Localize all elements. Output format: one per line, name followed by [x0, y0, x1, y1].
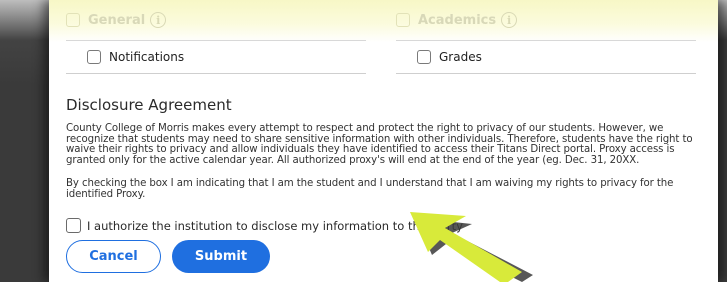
- permission-item-notifications[interactable]: Notifications: [66, 41, 366, 74]
- info-icon[interactable]: i: [150, 12, 167, 28]
- disclosure-title: Disclosure Agreement: [66, 96, 232, 114]
- grades-checkbox[interactable]: [417, 50, 431, 64]
- permission-item-label: Grades: [439, 50, 482, 64]
- cancel-button[interactable]: Cancel: [66, 240, 161, 273]
- notifications-checkbox[interactable]: [87, 50, 101, 64]
- group-label-academics: Academics: [418, 12, 497, 28]
- academics-group-checkbox[interactable]: [396, 13, 410, 27]
- group-header-general: General i: [66, 0, 366, 41]
- disclosure-paragraph-2: By checking the box I am indicating that…: [66, 178, 674, 200]
- group-label-general: General: [88, 12, 146, 28]
- proxy-form-panel: General i Notifications Academics i Grad…: [49, 0, 718, 282]
- disclosure-paragraph-1: County College of Morris makes every att…: [66, 123, 693, 166]
- background-right: [717, 0, 727, 282]
- permission-group-general: General i Notifications: [66, 0, 366, 74]
- permission-item-grades[interactable]: Grades: [396, 41, 696, 74]
- info-icon[interactable]: i: [501, 12, 518, 28]
- authorize-checkbox[interactable]: [66, 218, 81, 233]
- permission-item-label: Notifications: [109, 50, 185, 64]
- general-group-checkbox[interactable]: [66, 13, 80, 27]
- authorize-row[interactable]: I authorize the institution to disclose …: [66, 218, 463, 233]
- submit-button[interactable]: Submit: [172, 240, 270, 273]
- authorize-label: I authorize the institution to disclose …: [87, 218, 463, 233]
- permission-group-academics: Academics i Grades: [396, 0, 696, 74]
- group-header-academics: Academics i: [396, 0, 696, 41]
